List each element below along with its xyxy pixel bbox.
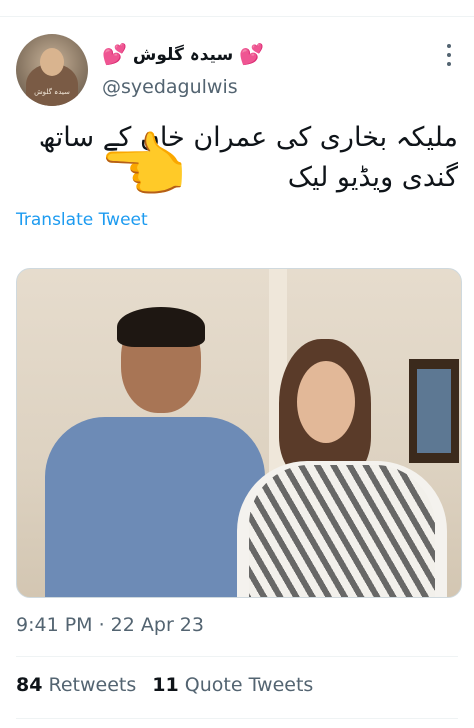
divider (16, 656, 458, 657)
photo-woman-scarf (249, 465, 435, 597)
translate-tweet-link[interactable]: Translate Tweet (16, 210, 148, 230)
photo-woman-face (297, 361, 355, 443)
tweet-text-line-1: ملیکہ بخاری کی عمران خان کے ساتھ (38, 122, 458, 153)
avatar-caption: سیدہ گلوش (34, 88, 70, 96)
photo-man-body (45, 417, 265, 597)
author-display-name[interactable]: سیدہ گلوش (133, 44, 233, 65)
photo-man-hair (117, 307, 205, 347)
retweets-label: Retweets (48, 674, 137, 696)
tweet-text-line-2: گندی ویڈیو لیک (287, 162, 458, 193)
tweet-photo[interactable] (16, 268, 462, 598)
more-options-icon[interactable] (443, 44, 455, 66)
more-dot (447, 44, 451, 48)
quote-tweets-count: 11 (152, 674, 179, 696)
tweet-timestamp[interactable]: 9:41 PM · 22 Apr 23 (16, 614, 204, 636)
heart-emoji-right: 💕 (239, 42, 265, 66)
quote-tweets-label: Quote Tweets (184, 674, 314, 696)
pointing-hand-emoji: 👈 (98, 124, 188, 208)
top-divider (0, 16, 474, 17)
photo-picture-canvas (417, 369, 451, 453)
quote-tweets-stat[interactable]: 11 Quote Tweets (152, 674, 313, 696)
tweet-stats: 84 Retweets 11 Quote Tweets (16, 674, 313, 696)
more-dot (447, 53, 451, 57)
tweet-text: ملیکہ بخاری کی عمران خان کے ساتھ گندی وی… (18, 118, 458, 198)
retweets-stat[interactable]: 84 Retweets (16, 674, 136, 696)
divider (16, 718, 458, 719)
more-dot (447, 62, 451, 66)
retweets-count: 84 (16, 674, 43, 696)
author-handle[interactable]: @syedagulwis (102, 76, 238, 98)
avatar-face (40, 48, 64, 76)
author-name-row[interactable]: 💕 سیدہ گلوش 💕 (102, 40, 264, 68)
heart-emoji-left: 💕 (102, 42, 127, 66)
avatar[interactable]: سیدہ گلوش (16, 34, 88, 106)
